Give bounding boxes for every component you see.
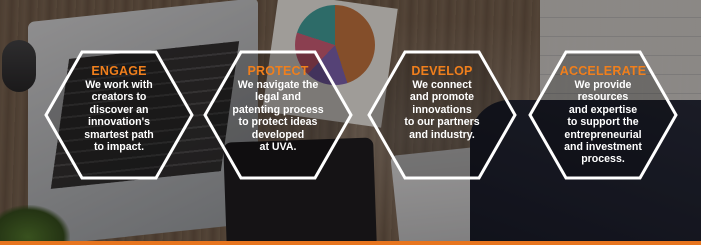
panel-title: ACCELERATE [559, 64, 647, 78]
orange-bottom-bar [0, 241, 701, 245]
panel-title: PROTECT [247, 64, 309, 78]
panel-title: ENGAGE [91, 64, 147, 78]
panel-text: We navigate the legal and patenting proc… [232, 79, 324, 154]
panel-title: DEVELOP [411, 64, 473, 78]
panel-text: We provide resources and expertise to su… [564, 79, 642, 166]
panel-accelerate: ACCELERATE We provide resources and expe… [528, 50, 678, 180]
panel-develop: DEVELOP We connect and promote innovatio… [367, 50, 517, 180]
panel-text: We work with creators to discover an inn… [84, 79, 154, 154]
panel-engage: ENGAGE We work with creators to discover… [44, 50, 194, 180]
panel-protect: PROTECT We navigate the legal and patent… [203, 50, 353, 180]
panel-text: We connect and promote innovations to ou… [404, 79, 480, 141]
